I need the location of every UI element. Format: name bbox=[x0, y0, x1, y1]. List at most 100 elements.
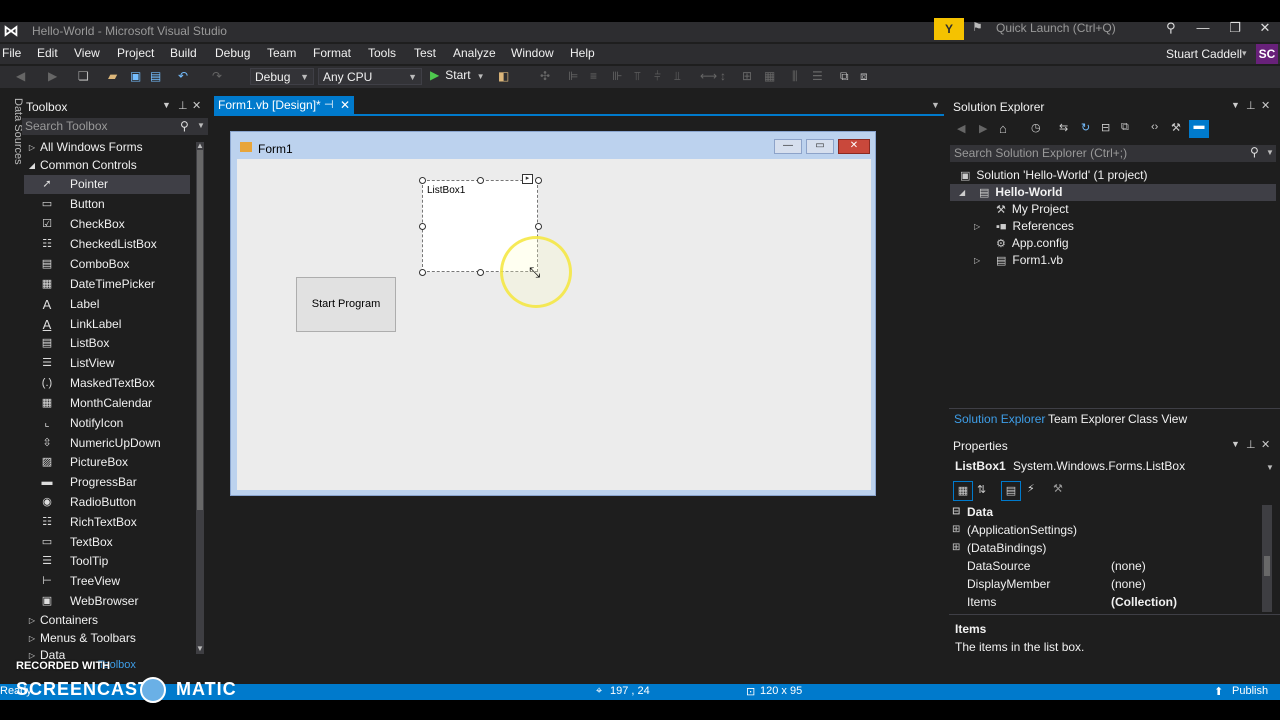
align-middles-icon[interactable]: ⫩ bbox=[654, 69, 661, 84]
categorized-icon[interactable]: ▦ bbox=[953, 481, 973, 501]
toolbox-item-notifyicon[interactable]: ⌞ NotifyIcon bbox=[24, 414, 190, 433]
menu-test[interactable]: Test bbox=[414, 46, 436, 60]
publish-button[interactable]: Publish bbox=[1232, 685, 1268, 697]
property-row[interactable]: ⊞ (ApplicationSettings) bbox=[951, 521, 1261, 539]
pin-icon[interactable]: ⊥ bbox=[178, 99, 188, 112]
start-program-button[interactable]: Start Program bbox=[296, 277, 396, 332]
close-icon[interactable]: ✕ bbox=[1261, 438, 1270, 451]
property-pages-icon[interactable]: ⚒ bbox=[1053, 482, 1063, 495]
solution-configuration-select[interactable]: Debug ▼ bbox=[250, 68, 314, 85]
align-grid-icon[interactable]: ✣ bbox=[540, 69, 550, 83]
toolbox-item-button[interactable]: ▭ Button bbox=[24, 195, 190, 214]
chevron-down-icon[interactable]: ▼ bbox=[1266, 148, 1274, 157]
toolbox-item-linklabel[interactable]: A LinkLabel bbox=[24, 315, 190, 334]
close-icon[interactable]: ✕ bbox=[340, 96, 350, 114]
property-category-data[interactable]: ⊟ Data bbox=[951, 503, 1261, 521]
bring-to-front-icon[interactable]: ⧉ bbox=[840, 69, 849, 84]
toolbox-item-webbrowser[interactable]: ▣ WebBrowser bbox=[24, 592, 190, 611]
make-same-height-icon[interactable]: ↕ bbox=[720, 69, 726, 83]
chevron-down-icon[interactable]: ▼ bbox=[162, 100, 171, 110]
chevron-down-icon[interactable]: ▼ bbox=[1231, 100, 1240, 110]
properties-object-selector[interactable]: ListBox1 System.Windows.Forms.ListBox bbox=[955, 459, 1185, 473]
tab-solution-explorer[interactable]: Solution Explorer bbox=[954, 412, 1045, 426]
chevron-down-icon[interactable]: ▾ bbox=[1242, 48, 1247, 59]
browser-link-icon[interactable]: ◧ bbox=[498, 69, 509, 83]
pin-icon[interactable]: ⊣ bbox=[324, 96, 334, 114]
feedback-flag-icon[interactable]: Y bbox=[934, 18, 964, 40]
sync-icon[interactable]: ⇆ bbox=[1059, 121, 1068, 134]
close-icon[interactable]: ✕ bbox=[192, 99, 201, 112]
toolbox-item-checkedlistbox[interactable]: ☷ CheckedListBox bbox=[24, 235, 190, 254]
menu-build[interactable]: Build bbox=[170, 46, 197, 60]
property-row[interactable]: DisplayMember (none) bbox=[951, 575, 1261, 593]
toolbox-item-combobox[interactable]: ▤ ComboBox bbox=[24, 255, 190, 274]
close-icon[interactable]: ✕ bbox=[1261, 99, 1270, 112]
close-icon[interactable]: ✕ bbox=[1250, 20, 1280, 36]
menu-analyze[interactable]: Analyze bbox=[453, 46, 496, 60]
toolbox-item-tooltip[interactable]: ☰ ToolTip bbox=[24, 552, 190, 571]
publish-arrow-icon[interactable]: ⬆ bbox=[1214, 685, 1223, 698]
toolbox-scroll-thumb[interactable] bbox=[197, 150, 203, 510]
toolbox-group-all-windows-forms[interactable]: ▷ All Windows Forms bbox=[24, 138, 190, 157]
alphabetical-icon[interactable]: ⇅ bbox=[977, 483, 986, 496]
align-centers-icon[interactable]: ≡ bbox=[590, 69, 597, 83]
menu-tools[interactable]: Tools bbox=[368, 46, 396, 60]
properties-view-icon[interactable]: ▤ bbox=[1001, 481, 1021, 501]
properties-scroll-thumb[interactable] bbox=[1264, 556, 1270, 576]
tab-team-explorer[interactable]: Team Explorer bbox=[1048, 412, 1125, 426]
resize-handle[interactable] bbox=[419, 269, 426, 276]
restore-icon[interactable]: ❐ bbox=[1220, 20, 1250, 36]
toolbox-item-maskedtextbox[interactable]: (.) MaskedTextBox bbox=[24, 374, 190, 393]
menu-view[interactable]: View bbox=[74, 46, 100, 60]
menu-project[interactable]: Project bbox=[117, 46, 154, 60]
menu-team[interactable]: Team bbox=[267, 46, 296, 60]
toolbox-item-richtextbox[interactable]: ☷ RichTextBox bbox=[24, 513, 190, 532]
quick-launch-input[interactable]: Quick Launch (Ctrl+Q) bbox=[996, 21, 1186, 37]
notifications-icon[interactable]: ⚑ bbox=[972, 20, 983, 34]
resize-handle[interactable] bbox=[535, 177, 542, 184]
pin-icon[interactable]: ⊥ bbox=[1246, 99, 1256, 112]
search-icon[interactable]: ⚲ bbox=[1250, 145, 1259, 159]
align-tops-icon[interactable]: ⫪ bbox=[634, 69, 641, 84]
toolbox-item-label[interactable]: A Label bbox=[24, 295, 190, 314]
tree-item-form1[interactable]: ▷ ▤ Form1.vb bbox=[974, 252, 1276, 269]
toolbox-item-monthcalendar[interactable]: ▦ MonthCalendar bbox=[24, 394, 190, 413]
resize-handle[interactable] bbox=[535, 223, 542, 230]
resize-handle[interactable] bbox=[419, 177, 426, 184]
scroll-down-icon[interactable]: ▼ bbox=[196, 644, 204, 653]
resize-handle[interactable] bbox=[477, 177, 484, 184]
collapse-all-icon[interactable]: ⊟ bbox=[1101, 121, 1110, 134]
chevron-down-icon[interactable]: ▼ bbox=[1266, 463, 1274, 472]
open-folder-icon[interactable]: ▰ bbox=[108, 69, 117, 83]
send-to-back-icon[interactable]: ⧈ bbox=[860, 69, 868, 84]
minimize-icon[interactable]: — bbox=[1188, 20, 1218, 35]
toolbox-group-containers[interactable]: ▷ Containers bbox=[24, 611, 190, 630]
toolbox-item-progressbar[interactable]: ▬ ProgressBar bbox=[24, 473, 190, 492]
toolbox-item-numericupdown[interactable]: ⇳ NumericUpDown bbox=[24, 434, 190, 453]
menu-help[interactable]: Help bbox=[570, 46, 595, 60]
preview-selected-icon[interactable]: ▬ bbox=[1189, 120, 1209, 138]
refresh-icon[interactable]: ↻ bbox=[1081, 121, 1090, 134]
tree-item-references[interactable]: ▷ ▪■ References bbox=[974, 218, 1276, 235]
show-all-files-icon[interactable]: ⧉ bbox=[1121, 121, 1129, 134]
back-icon[interactable]: ◀ bbox=[16, 69, 25, 83]
make-same-width-icon[interactable]: ⟷ bbox=[700, 69, 717, 83]
history-icon[interactable]: ◷ bbox=[1031, 121, 1041, 134]
tab-class-view[interactable]: Class View bbox=[1128, 412, 1187, 426]
back-icon[interactable]: ◀ bbox=[957, 122, 965, 135]
start-button[interactable]: ▶ Start ▼ bbox=[430, 68, 485, 82]
menu-window[interactable]: Window bbox=[511, 46, 554, 60]
forward-icon[interactable]: ▶ bbox=[979, 122, 987, 135]
solution-platform-select[interactable]: Any CPU ▼ bbox=[318, 68, 422, 85]
pin-icon[interactable]: ⊥ bbox=[1246, 438, 1256, 451]
toolbox-item-radiobutton[interactable]: ◉ RadioButton bbox=[24, 493, 190, 512]
smart-tag-icon[interactable]: ▸ bbox=[522, 174, 533, 184]
toolbox-item-treeview[interactable]: ⊢ TreeView bbox=[24, 572, 190, 591]
tree-item-solution[interactable]: ▣ Solution 'Hello-World' (1 project) bbox=[960, 167, 1276, 184]
toolbox-item-listbox[interactable]: ▤ ListBox bbox=[24, 334, 190, 353]
toolbox-item-textbox[interactable]: ▭ TextBox bbox=[24, 533, 190, 552]
menu-file[interactable]: File bbox=[2, 46, 21, 60]
toolbox-item-pointer[interactable]: ➚ Pointer bbox=[24, 175, 190, 194]
redo-icon[interactable]: ↷ bbox=[212, 69, 222, 83]
tree-item-app-config[interactable]: ⚙ App.config bbox=[996, 235, 1276, 252]
